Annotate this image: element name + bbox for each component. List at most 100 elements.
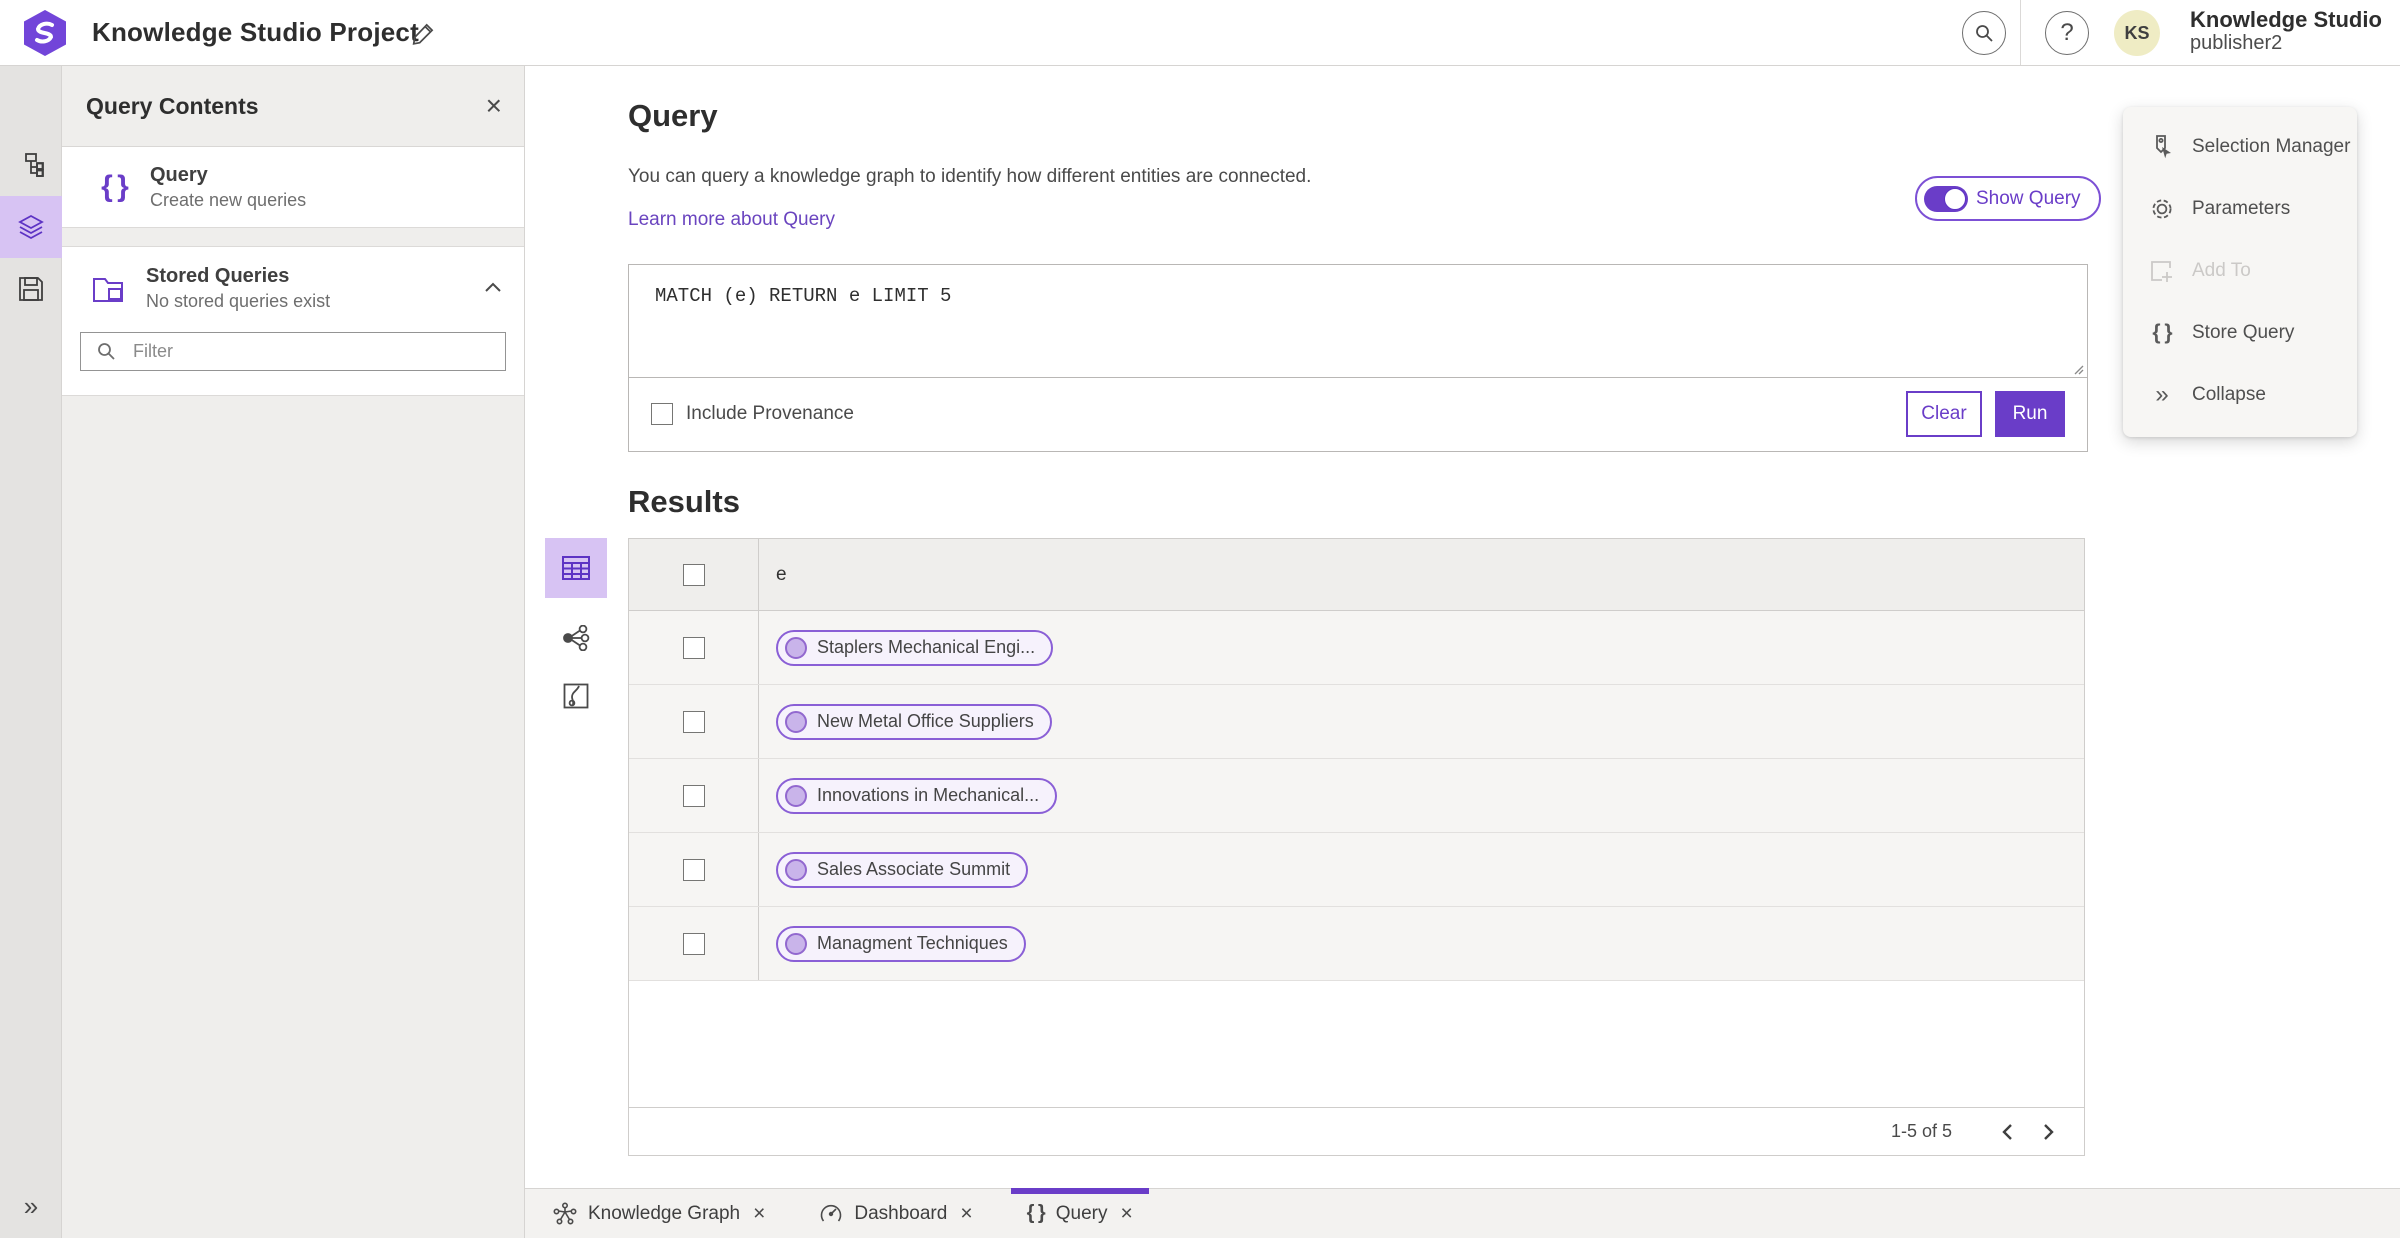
- close-tab-icon[interactable]: ×: [753, 1202, 765, 1226]
- tab-dashboard[interactable]: Dashboard ×: [799, 1189, 992, 1238]
- entity-label: Managment Techniques: [817, 933, 1008, 953]
- menu-item-selection-manager[interactable]: Selection Manager: [2123, 116, 2357, 178]
- entity-pill[interactable]: Managment Techniques: [776, 925, 1026, 962]
- query-item-subtitle: Create new queries: [150, 189, 307, 210]
- app-window: Knowledge Studio Project ? KS Knowledge …: [0, 0, 2400, 1238]
- entity-label: Staplers Mechanical Engi...: [817, 637, 1036, 657]
- close-tab-icon[interactable]: ×: [960, 1202, 972, 1226]
- results-table: e Staplers Mechanical Engi... New Metal …: [628, 538, 2085, 1156]
- graph-view-button[interactable]: [545, 608, 607, 668]
- chevron-right-icon: [2044, 1123, 2054, 1140]
- stored-queries-subtitle: No stored queries exist: [146, 291, 331, 311]
- search-button[interactable]: [1962, 11, 2006, 55]
- query-heading: Query: [628, 98, 718, 133]
- entity-pill[interactable]: Sales Associate Summit: [776, 851, 1029, 888]
- learn-more-link[interactable]: Learn more about Query: [628, 209, 835, 231]
- avatar-initials: KS: [2124, 22, 2150, 43]
- run-button[interactable]: Run: [1995, 391, 2065, 437]
- table-row: Innovations in Mechanical...: [629, 759, 2084, 833]
- entity-dot-icon: [785, 636, 807, 659]
- filter-input[interactable]: [80, 332, 506, 371]
- expand-rail-button[interactable]: »: [0, 1184, 62, 1228]
- menu-item-label: Parameters: [2192, 198, 2291, 219]
- edit-title-button[interactable]: [405, 14, 443, 52]
- query-description: You can query a knowledge graph to ident…: [628, 166, 1312, 187]
- knowledge-graph-icon: [553, 1201, 577, 1226]
- include-provenance-label: Include Provenance: [686, 403, 854, 424]
- gear-icon: [2147, 196, 2177, 222]
- entity-pill[interactable]: Innovations in Mechanical...: [776, 777, 1058, 814]
- layers-button[interactable]: [0, 196, 62, 258]
- entity-dot-icon: [785, 932, 807, 955]
- search-icon: [96, 341, 116, 366]
- braces-icon: { }: [1026, 1202, 1046, 1224]
- clear-button[interactable]: Clear: [1906, 391, 1982, 437]
- panel-header: Query Contents ×: [62, 66, 524, 147]
- save-icon: [19, 277, 43, 301]
- include-provenance-checkbox[interactable]: [651, 403, 673, 425]
- header-divider: [2020, 0, 2021, 65]
- save-button[interactable]: [0, 258, 62, 320]
- tab-knowledge-graph[interactable]: Knowledge Graph ×: [533, 1189, 785, 1238]
- folder-icon: [93, 277, 123, 302]
- resize-grip-icon[interactable]: [2072, 362, 2084, 380]
- selection-manager-icon: [2147, 134, 2177, 160]
- double-chevron-right-icon: »: [2155, 381, 2169, 408]
- next-page-button[interactable]: [2028, 1112, 2070, 1152]
- braces-icon: { }: [101, 170, 129, 203]
- data-model-button[interactable]: [0, 134, 62, 196]
- tab-label: Knowledge Graph: [588, 1202, 741, 1224]
- table-row: New Metal Office Suppliers: [629, 685, 2084, 759]
- query-footer: Include Provenance Clear Run: [629, 378, 2087, 450]
- close-panel-button[interactable]: ×: [486, 92, 502, 120]
- page-title: Knowledge Studio Project: [92, 17, 419, 47]
- row-checkbox[interactable]: [682, 784, 705, 807]
- row-checkbox[interactable]: [682, 710, 705, 733]
- chevron-left-icon: [2002, 1123, 2012, 1140]
- double-chevron-right-icon: »: [23, 1190, 39, 1221]
- menu-item-collapse[interactable]: » Collapse: [2123, 364, 2357, 426]
- app-header: Knowledge Studio Project ? KS Knowledge …: [0, 0, 2400, 66]
- map-view-icon: [563, 683, 589, 709]
- show-query-label: Show Query: [1976, 187, 2081, 209]
- column-header-e: e: [776, 563, 787, 585]
- entity-dot-icon: [785, 858, 807, 881]
- avatar[interactable]: KS: [2114, 10, 2160, 56]
- tab-label: Dashboard: [854, 1202, 948, 1224]
- sidebar-item-query[interactable]: { } Query Create new queries: [62, 147, 524, 228]
- help-button[interactable]: ?: [2045, 11, 2089, 55]
- sidebar-item-stored-queries[interactable]: Stored Queries No stored queries exist: [62, 247, 524, 318]
- row-checkbox[interactable]: [682, 858, 705, 881]
- menu-item-store-query[interactable]: { } Store Query: [2123, 302, 2357, 364]
- entity-pill[interactable]: Staplers Mechanical Engi...: [776, 629, 1054, 666]
- pagination-label: 1-5 of 5: [1890, 1121, 1952, 1141]
- entity-label: New Metal Office Suppliers: [817, 711, 1034, 731]
- collapse-section-button[interactable]: [484, 280, 502, 298]
- tab-label: Query: [1055, 1202, 1108, 1224]
- menu-item-parameters[interactable]: Parameters: [2123, 178, 2357, 240]
- add-to-icon: [2147, 258, 2177, 284]
- menu-item-add-to: Add To: [2123, 240, 2357, 302]
- table-row: Sales Associate Summit: [629, 833, 2084, 907]
- query-editor-box: MATCH (e) RETURN e LIMIT 5 Include Prove…: [628, 264, 2088, 452]
- left-icon-rail: »: [0, 66, 62, 1238]
- tab-query[interactable]: { } Query ×: [1007, 1188, 1153, 1238]
- table-row: Managment Techniques: [629, 907, 2084, 981]
- close-tab-icon[interactable]: ×: [1120, 1202, 1132, 1226]
- hierarchy-icon: [25, 153, 44, 177]
- search-icon: [1976, 25, 1993, 42]
- row-checkbox[interactable]: [682, 636, 705, 659]
- close-icon: ×: [485, 90, 502, 121]
- table-view-button[interactable]: [545, 538, 607, 598]
- row-checkbox[interactable]: [682, 932, 705, 955]
- previous-page-button[interactable]: [1986, 1112, 2028, 1152]
- stored-queries-section: Stored Queries No stored queries exist: [62, 246, 524, 396]
- query-textarea[interactable]: MATCH (e) RETURN e LIMIT 5: [629, 265, 2087, 378]
- user-block[interactable]: Knowledge Studio publisher2: [2190, 7, 2382, 55]
- knowledge-studio-logo: [24, 10, 66, 56]
- layers-icon: [18, 214, 44, 240]
- select-all-checkbox[interactable]: [682, 563, 705, 586]
- entity-pill[interactable]: New Metal Office Suppliers: [776, 703, 1052, 740]
- show-query-toggle[interactable]: Show Query: [1915, 176, 2101, 221]
- map-view-button[interactable]: [545, 666, 607, 726]
